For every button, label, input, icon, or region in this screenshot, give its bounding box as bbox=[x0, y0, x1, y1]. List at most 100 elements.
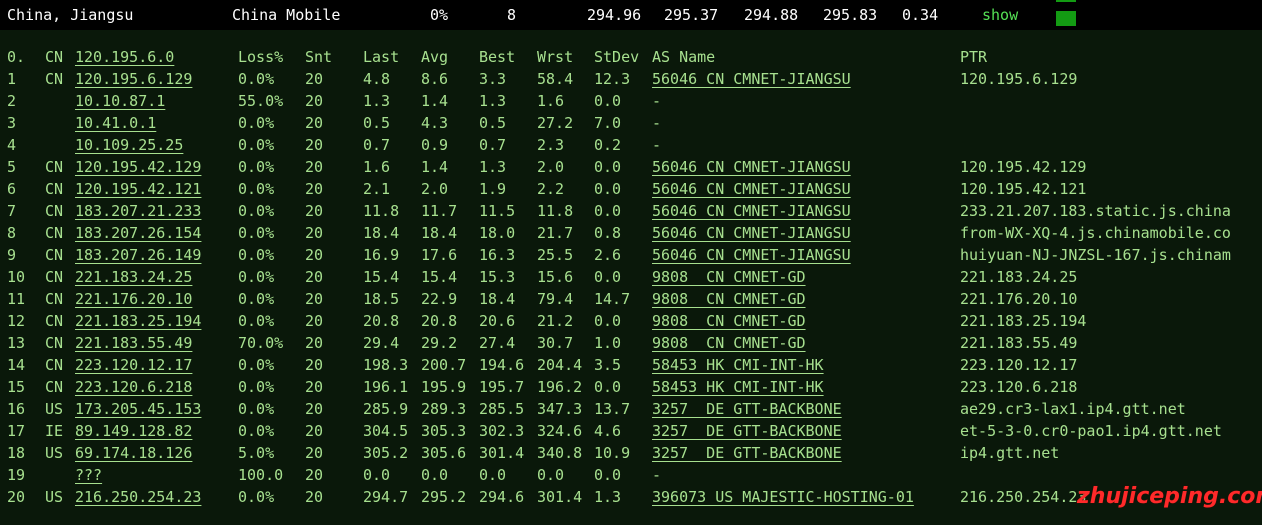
hop-as[interactable]: 9808 CN CMNET-GD bbox=[652, 266, 806, 288]
hop-avg: 2.0 bbox=[421, 180, 449, 198]
hop-stdev: 0.0 bbox=[594, 92, 622, 110]
hop-ip[interactable]: 120.195.42.121 bbox=[75, 178, 201, 200]
hop-as[interactable]: 9808 CN CMNET-GD bbox=[652, 310, 806, 332]
hop-as[interactable]: 3257 DE GTT-BACKBONE bbox=[652, 420, 842, 442]
hop-ip[interactable]: 10.109.25.25 bbox=[75, 134, 183, 156]
hop-snt: 20 bbox=[305, 202, 324, 220]
hop-hop: 1 bbox=[7, 70, 17, 88]
hop-ip[interactable]: 120.195.6.129 bbox=[75, 68, 192, 90]
hop-hop: 3 bbox=[7, 114, 17, 132]
hop-cc: CN bbox=[45, 246, 64, 264]
hop-ip[interactable]: 223.120.12.17 bbox=[75, 354, 192, 376]
hop-loss: 0.0% bbox=[238, 290, 275, 308]
hop-avg: 29.2 bbox=[421, 334, 458, 352]
hop-snt: 20 bbox=[305, 180, 324, 198]
hop-as[interactable]: 396073 US MAJESTIC-HOSTING-01 bbox=[652, 486, 914, 508]
hop-ip[interactable]: 183.207.21.233 bbox=[75, 200, 201, 222]
hop-cc: US bbox=[45, 444, 64, 462]
hop-as[interactable]: 56046 CN CMNET-JIANGSU bbox=[652, 222, 851, 244]
hop-as: - bbox=[652, 92, 662, 110]
hop-cc: CN bbox=[45, 180, 64, 198]
hop-as[interactable]: 56046 CN CMNET-JIANGSU bbox=[652, 156, 851, 178]
hop-as[interactable]: 3257 DE GTT-BACKBONE bbox=[652, 442, 842, 464]
hop-wrst: 324.6 bbox=[537, 422, 583, 440]
hop-ptr: 216.250.254.23 bbox=[960, 488, 1087, 506]
hop-as[interactable]: 56046 CN CMNET-JIANGSU bbox=[652, 178, 851, 200]
hop-ip[interactable]: 221.176.20.10 bbox=[75, 288, 192, 310]
hop-last: 294.7 bbox=[363, 488, 409, 506]
hop-ip[interactable]: 221.183.24.25 bbox=[75, 266, 192, 288]
hop-best: 285.5 bbox=[479, 400, 525, 418]
hop-snt: 20 bbox=[305, 466, 324, 484]
hop-as[interactable]: 3257 DE GTT-BACKBONE bbox=[652, 398, 842, 420]
hop-best: 0.7 bbox=[479, 136, 507, 154]
hop-as[interactable]: 56046 CN CMNET-JIANGSU bbox=[652, 244, 851, 266]
hop-ip[interactable]: ??? bbox=[75, 464, 102, 486]
hop-hop: 9 bbox=[7, 246, 17, 264]
hop-ip[interactable]: 221.183.25.194 bbox=[75, 310, 201, 332]
hop-as: - bbox=[652, 136, 662, 154]
summary-best: 294.88 bbox=[744, 6, 799, 24]
hop-as: - bbox=[652, 114, 662, 132]
hop-snt: 20 bbox=[305, 70, 324, 88]
hop-last: 285.9 bbox=[363, 400, 409, 418]
hop-ptr: 221.183.55.49 bbox=[960, 334, 1078, 352]
show-details-link[interactable]: show bbox=[982, 4, 1018, 26]
hop-cc: CN bbox=[45, 356, 64, 374]
hop-wrst: 2.2 bbox=[537, 180, 565, 198]
hop-best: 194.6 bbox=[479, 356, 525, 374]
hop-cc: CN bbox=[45, 158, 64, 176]
hop-wrst: 196.2 bbox=[537, 378, 583, 396]
hop-ip[interactable]: 223.120.6.218 bbox=[75, 376, 192, 398]
hop-ip[interactable]: 69.174.18.126 bbox=[75, 442, 192, 464]
hop-cc: CN bbox=[45, 312, 64, 330]
hop-ip[interactable]: 183.207.26.149 bbox=[75, 244, 201, 266]
hop-ip[interactable]: 89.149.128.82 bbox=[75, 420, 192, 442]
hop-ip[interactable]: 173.205.45.153 bbox=[75, 398, 201, 420]
hop-as[interactable]: 58453 HK CMI-INT-HK bbox=[652, 376, 824, 398]
hop-last: 4.8 bbox=[363, 70, 391, 88]
hop-last: 15.4 bbox=[363, 268, 400, 286]
hop-ip[interactable]: 10.41.0.1 bbox=[75, 112, 156, 134]
hop-stdev: 2.6 bbox=[594, 246, 622, 264]
hop-last: 0.0 bbox=[363, 466, 391, 484]
hop-ip[interactable]: 183.207.26.154 bbox=[75, 222, 201, 244]
hop-wrst: 25.5 bbox=[537, 246, 574, 264]
hop-ip[interactable]: 120.195.42.129 bbox=[75, 156, 201, 178]
hop-ptr: 221.183.24.25 bbox=[960, 268, 1078, 286]
hop-ip[interactable]: 221.183.55.49 bbox=[75, 332, 192, 354]
hop-wrst: 21.7 bbox=[537, 224, 574, 242]
column-header-last: Last bbox=[363, 48, 400, 66]
column-header-ip[interactable]: 120.195.6.0 bbox=[75, 46, 174, 68]
hop-snt: 20 bbox=[305, 246, 324, 264]
summary-bar: China, Jiangsu China Mobile 0% 8 294.96 … bbox=[0, 0, 1262, 30]
hop-ip[interactable]: 216.250.254.23 bbox=[75, 486, 201, 508]
hop-loss: 0.0% bbox=[238, 378, 275, 396]
hop-cc: US bbox=[45, 400, 64, 418]
hop-last: 0.7 bbox=[363, 136, 391, 154]
hop-hop: 13 bbox=[7, 334, 26, 352]
hop-ip[interactable]: 10.10.87.1 bbox=[75, 90, 165, 112]
hop-as[interactable]: 9808 CN CMNET-GD bbox=[652, 332, 806, 354]
hop-as[interactable]: 56046 CN CMNET-JIANGSU bbox=[652, 200, 851, 222]
hop-snt: 20 bbox=[305, 268, 324, 286]
hop-avg: 0.0 bbox=[421, 466, 449, 484]
hop-as[interactable]: 56046 CN CMNET-JIANGSU bbox=[652, 68, 851, 90]
hop-ptr: 233.21.207.183.static.js.china bbox=[960, 202, 1231, 220]
hop-hop: 15 bbox=[7, 378, 26, 396]
hop-hop: 6 bbox=[7, 180, 17, 198]
hop-stdev: 0.0 bbox=[594, 312, 622, 330]
hop-best: 1.3 bbox=[479, 92, 507, 110]
hop-loss: 0.0% bbox=[238, 136, 275, 154]
hop-as[interactable]: 9808 CN CMNET-GD bbox=[652, 288, 806, 310]
hop-stdev: 0.0 bbox=[594, 180, 622, 198]
hop-loss: 0.0% bbox=[238, 114, 275, 132]
hop-avg: 20.8 bbox=[421, 312, 458, 330]
hop-cc: CN bbox=[45, 224, 64, 242]
hop-stdev: 1.0 bbox=[594, 334, 622, 352]
hop-as[interactable]: 58453 HK CMI-INT-HK bbox=[652, 354, 824, 376]
hop-hop: 11 bbox=[7, 290, 26, 308]
hop-wrst: 21.2 bbox=[537, 312, 574, 330]
hop-snt: 20 bbox=[305, 444, 324, 462]
hop-wrst: 58.4 bbox=[537, 70, 574, 88]
